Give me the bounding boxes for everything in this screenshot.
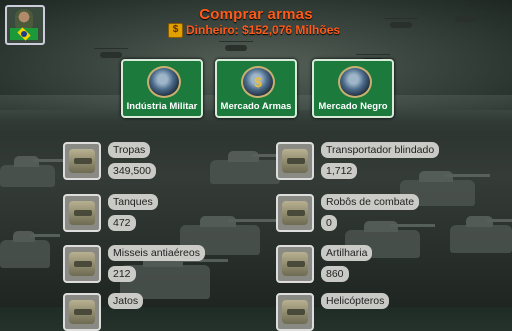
helicopter-silhouette bbox=[219, 41, 253, 51]
money-label: Dinheiro: $152,076 Milhões bbox=[186, 23, 341, 37]
unit-name: Artilharia bbox=[321, 245, 373, 261]
tank-icon bbox=[147, 66, 181, 98]
tank-silhouette bbox=[0, 156, 66, 187]
unit-name: Transportador blindado bbox=[321, 142, 440, 158]
tank-silhouette bbox=[210, 151, 294, 184]
money-icon: $ bbox=[168, 22, 183, 38]
brazil-flag-icon bbox=[10, 28, 38, 40]
artillery-icon bbox=[276, 245, 314, 283]
menu-label: Indústria Militar bbox=[126, 101, 198, 112]
unit-name: Tanques bbox=[108, 194, 158, 210]
antiaircraft-missiles-icon bbox=[63, 245, 101, 283]
weapons-market-button[interactable]: $ Mercado Armas bbox=[215, 59, 297, 118]
page-title: Comprar armas bbox=[199, 6, 313, 23]
money-market-icon: $ bbox=[241, 66, 275, 98]
jets-icon bbox=[63, 293, 101, 331]
unit-count: 472 bbox=[108, 215, 136, 231]
troops-icon bbox=[63, 142, 101, 180]
tank-silhouette bbox=[0, 231, 60, 268]
unit-count: 212 bbox=[108, 266, 136, 282]
tank-silhouette bbox=[450, 216, 512, 253]
combat-robots-icon bbox=[276, 194, 314, 232]
black-market-button[interactable]: Mercado Negro bbox=[312, 59, 394, 118]
unit-name: Misseis antiaéreos bbox=[108, 245, 205, 261]
unit-count: 349,500 bbox=[108, 163, 156, 179]
unit-count: 860 bbox=[321, 266, 349, 282]
armored-carrier-icon bbox=[276, 142, 314, 180]
unit-name: Tropas bbox=[108, 142, 151, 158]
helicopters-icon bbox=[276, 293, 314, 331]
unit-count: 1,712 bbox=[321, 163, 358, 179]
unit-name: Robôs de combate bbox=[321, 194, 420, 210]
unit-count: 0 bbox=[321, 215, 337, 231]
tanks-icon bbox=[63, 194, 101, 232]
black-market-icon bbox=[338, 66, 372, 98]
menu-label: Mercado Armas bbox=[220, 101, 292, 112]
helicopter-silhouette bbox=[94, 48, 128, 58]
menu-label: Mercado Negro bbox=[318, 101, 388, 112]
money-display: $ Dinheiro: $152,076 Milhões bbox=[168, 22, 340, 38]
military-industry-button[interactable]: Indústria Militar bbox=[121, 59, 203, 118]
